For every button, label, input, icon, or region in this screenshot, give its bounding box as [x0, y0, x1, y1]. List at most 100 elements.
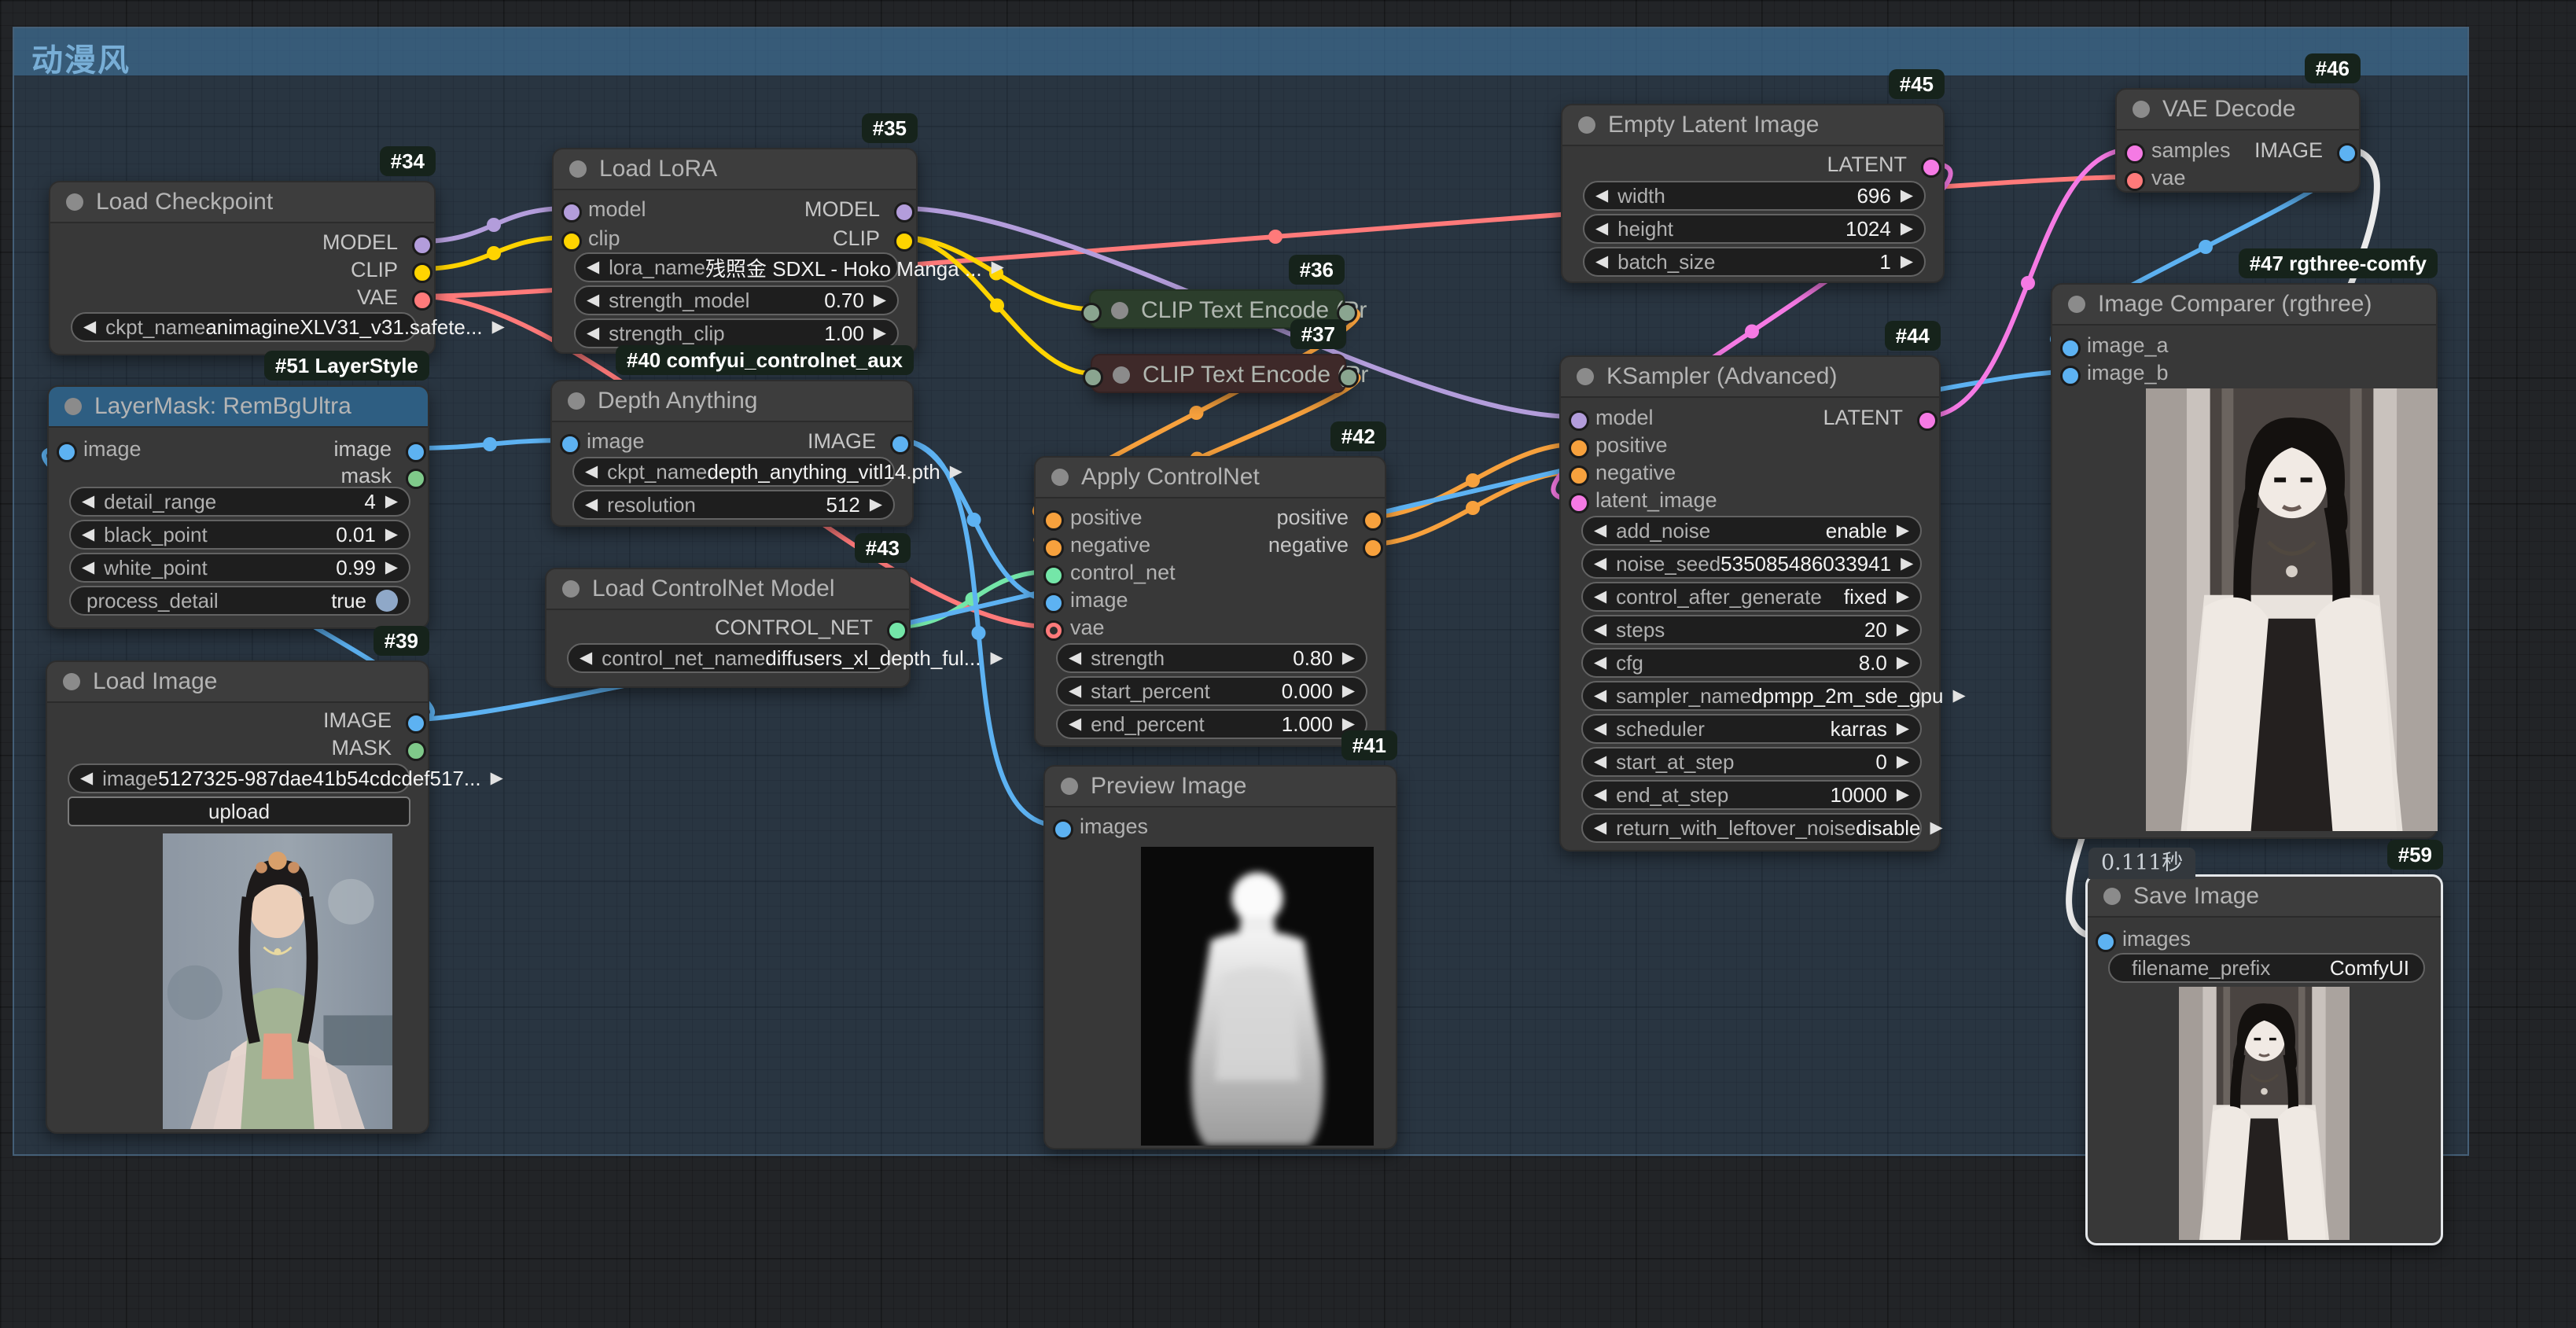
output-slot-mask[interactable] [406, 469, 426, 489]
decrement-arrow-icon[interactable]: ◀ [1594, 648, 1606, 678]
widget-start_percent[interactable]: ◀ start_percent 0.000 ▶ [1056, 676, 1367, 706]
widget-noise_seed[interactable]: ◀ noise_seed 535085486033941 ▶ [1581, 549, 1922, 579]
decrement-arrow-icon[interactable]: ◀ [1594, 714, 1606, 744]
output-slot-MODEL[interactable] [894, 202, 914, 223]
node-clip-text-encode-pr[interactable]: CLIP Text Encode (Pr [1083, 354, 1368, 393]
input-slot-images[interactable] [1053, 819, 1073, 840]
widget-ckpt_name[interactable]: ◀ ckpt_name animagineXLV31_v31.safete... ▶ [71, 312, 505, 342]
input-slot-latent_image[interactable] [1569, 493, 1589, 513]
widget-resolution[interactable]: ◀ resolution 512 ▶ [572, 490, 895, 520]
widget-end_percent[interactable]: ◀ end_percent 1.000 ▶ [1056, 709, 1367, 739]
input-slot-image[interactable] [1043, 593, 1064, 613]
increment-arrow-icon[interactable]: ▶ [874, 318, 886, 348]
decrement-arrow-icon[interactable]: ◀ [1594, 813, 1606, 843]
increment-arrow-icon[interactable]: ▶ [870, 490, 882, 520]
group-title-bar[interactable]: 动漫风 [14, 28, 2467, 78]
increment-arrow-icon[interactable]: ▶ [1901, 181, 1913, 211]
widget-cfg[interactable]: ◀ cfg 8.0 ▶ [1581, 648, 1922, 678]
widget-control_after_generate[interactable]: ◀ control_after_generate fixed ▶ [1581, 582, 1922, 612]
widget-sampler_name[interactable]: ◀ sampler_name dpmpp_2m_sde_gpu ▶ [1581, 681, 1966, 711]
node-load-image[interactable]: Load Image IMAGE MASK ◀ image 5127325-987dae4… [46, 660, 503, 1134]
collapse-dot-icon[interactable] [1113, 366, 1130, 384]
decrement-arrow-icon[interactable]: ◀ [1594, 747, 1606, 777]
widget-height[interactable]: ◀ height 1024 ▶ [1583, 214, 1926, 244]
increment-arrow-icon[interactable]: ▶ [1897, 615, 1909, 645]
widget-batch_size[interactable]: ◀ batch_size 1 ▶ [1583, 247, 1926, 277]
increment-arrow-icon[interactable]: ▶ [874, 285, 886, 315]
collapse-dot-icon[interactable] [1061, 778, 1078, 795]
node-title-bar[interactable]: Empty Latent Image [1562, 105, 1943, 146]
decrement-arrow-icon[interactable]: ◀ [1594, 780, 1606, 810]
increment-arrow-icon[interactable]: ▶ [1897, 747, 1909, 777]
increment-arrow-icon[interactable]: ▶ [1897, 648, 1909, 678]
decrement-arrow-icon[interactable]: ◀ [80, 763, 93, 793]
decrement-arrow-icon[interactable]: ◀ [82, 520, 94, 550]
input-slot-image[interactable] [560, 434, 580, 454]
node-vae-decode[interactable]: VAE Decode samples vae IMAGE [2115, 88, 2361, 193]
widget-detail_range[interactable]: ◀ detail_range 4 ▶ [69, 487, 410, 517]
output-slot-IMAGE[interactable] [406, 713, 426, 734]
decrement-arrow-icon[interactable]: ◀ [587, 318, 599, 348]
decrement-arrow-icon[interactable]: ◀ [1069, 643, 1081, 673]
node-apply-controlnet[interactable]: Apply ControlNet positive negative control_… [1034, 456, 1386, 747]
input-slot-samples[interactable] [2125, 143, 2145, 164]
widget-width[interactable]: ◀ width 696 ▶ [1583, 181, 1926, 211]
decrement-arrow-icon[interactable]: ◀ [1069, 709, 1081, 739]
node-depth-anything[interactable]: Depth Anything image IMAGE ◀ ckpt_name depth_… [550, 380, 962, 527]
collapse-dot-icon[interactable] [568, 392, 585, 410]
decrement-arrow-icon[interactable]: ◀ [82, 487, 94, 517]
output-slot-VAE[interactable] [412, 290, 432, 311]
decrement-arrow-icon[interactable]: ◀ [1595, 181, 1608, 211]
decrement-arrow-icon[interactable]: ◀ [1594, 615, 1606, 645]
collapse-dot-icon[interactable] [1578, 116, 1595, 134]
widget-strength_model[interactable]: ◀ strength_model 0.70 ▶ [574, 285, 899, 315]
node-title-bar[interactable]: Load LoRA [554, 149, 916, 190]
input-slot-model[interactable] [1569, 410, 1589, 431]
input-slot-image[interactable] [57, 442, 77, 462]
widget-strength[interactable]: ◀ strength 0.80 ▶ [1056, 643, 1367, 673]
node-title-bar[interactable]: Load Checkpoint [50, 182, 434, 223]
node-title-bar[interactable]: Depth Anything [552, 381, 912, 422]
increment-arrow-icon[interactable]: ▶ [1342, 643, 1355, 673]
increment-arrow-icon[interactable]: ▶ [992, 252, 1004, 282]
decrement-arrow-icon[interactable]: ◀ [1594, 582, 1606, 612]
input-slot-negative[interactable] [1043, 538, 1064, 558]
widget-strength_clip[interactable]: ◀ strength_clip 1.00 ▶ [574, 318, 899, 348]
widget-lora_name[interactable]: ◀ lora_name 残照金 SDXL - Hoko Manga ... ▶ [574, 252, 1004, 282]
decrement-arrow-icon[interactable]: ◀ [587, 285, 599, 315]
increment-arrow-icon[interactable]: ▶ [385, 553, 398, 583]
increment-arrow-icon[interactable]: ▶ [990, 643, 1003, 673]
output-slot-CLIP[interactable] [894, 231, 914, 252]
collapse-dot-icon[interactable] [1577, 368, 1594, 385]
widget-scheduler[interactable]: ◀ scheduler karras ▶ [1581, 714, 1922, 744]
increment-arrow-icon[interactable]: ▶ [1897, 714, 1909, 744]
toggle-circle-icon[interactable] [376, 590, 398, 612]
increment-arrow-icon[interactable]: ▶ [385, 487, 398, 517]
node-title-bar[interactable]: LayerMask: RemBgUltra [49, 387, 428, 428]
node-title-bar[interactable]: Apply ControlNet [1036, 458, 1385, 498]
node-title-bar[interactable]: Load Image [47, 662, 428, 703]
output-slot-collapsed[interactable] [1338, 367, 1359, 388]
output-slot-MODEL[interactable] [412, 235, 432, 256]
node-load-controlnet-model[interactable]: Load ControlNet Model CONTROL_NET ◀ control… [545, 568, 1003, 688]
output-slot-negative[interactable] [1363, 538, 1383, 558]
input-slot-collapsed[interactable] [1083, 367, 1103, 388]
output-slot-CONTROL_NET[interactable] [887, 620, 907, 641]
decrement-arrow-icon[interactable]: ◀ [1594, 681, 1606, 711]
input-slot-image_b[interactable] [2060, 366, 2081, 386]
increment-arrow-icon[interactable]: ▶ [1901, 549, 1913, 579]
collapse-dot-icon[interactable] [562, 580, 580, 598]
increment-arrow-icon[interactable]: ▶ [492, 312, 505, 342]
widget-start_at_step[interactable]: ◀ start_at_step 0 ▶ [1581, 747, 1922, 777]
collapse-dot-icon[interactable] [64, 398, 82, 415]
increment-arrow-icon[interactable]: ▶ [1897, 582, 1909, 612]
output-slot-image[interactable] [406, 442, 426, 462]
widget-ckpt_name[interactable]: ◀ ckpt_name depth_anything_vitl14.pth ▶ [572, 457, 962, 487]
increment-arrow-icon[interactable]: ▶ [1342, 676, 1355, 706]
decrement-arrow-icon[interactable]: ◀ [1594, 549, 1606, 579]
collapse-dot-icon[interactable] [2133, 101, 2150, 118]
widget-process_detail[interactable]: process_detail true [69, 586, 410, 616]
collapse-dot-icon[interactable] [569, 160, 587, 178]
output-slot-LATENT[interactable] [1921, 157, 1941, 178]
input-slot-images[interactable] [2096, 932, 2116, 952]
